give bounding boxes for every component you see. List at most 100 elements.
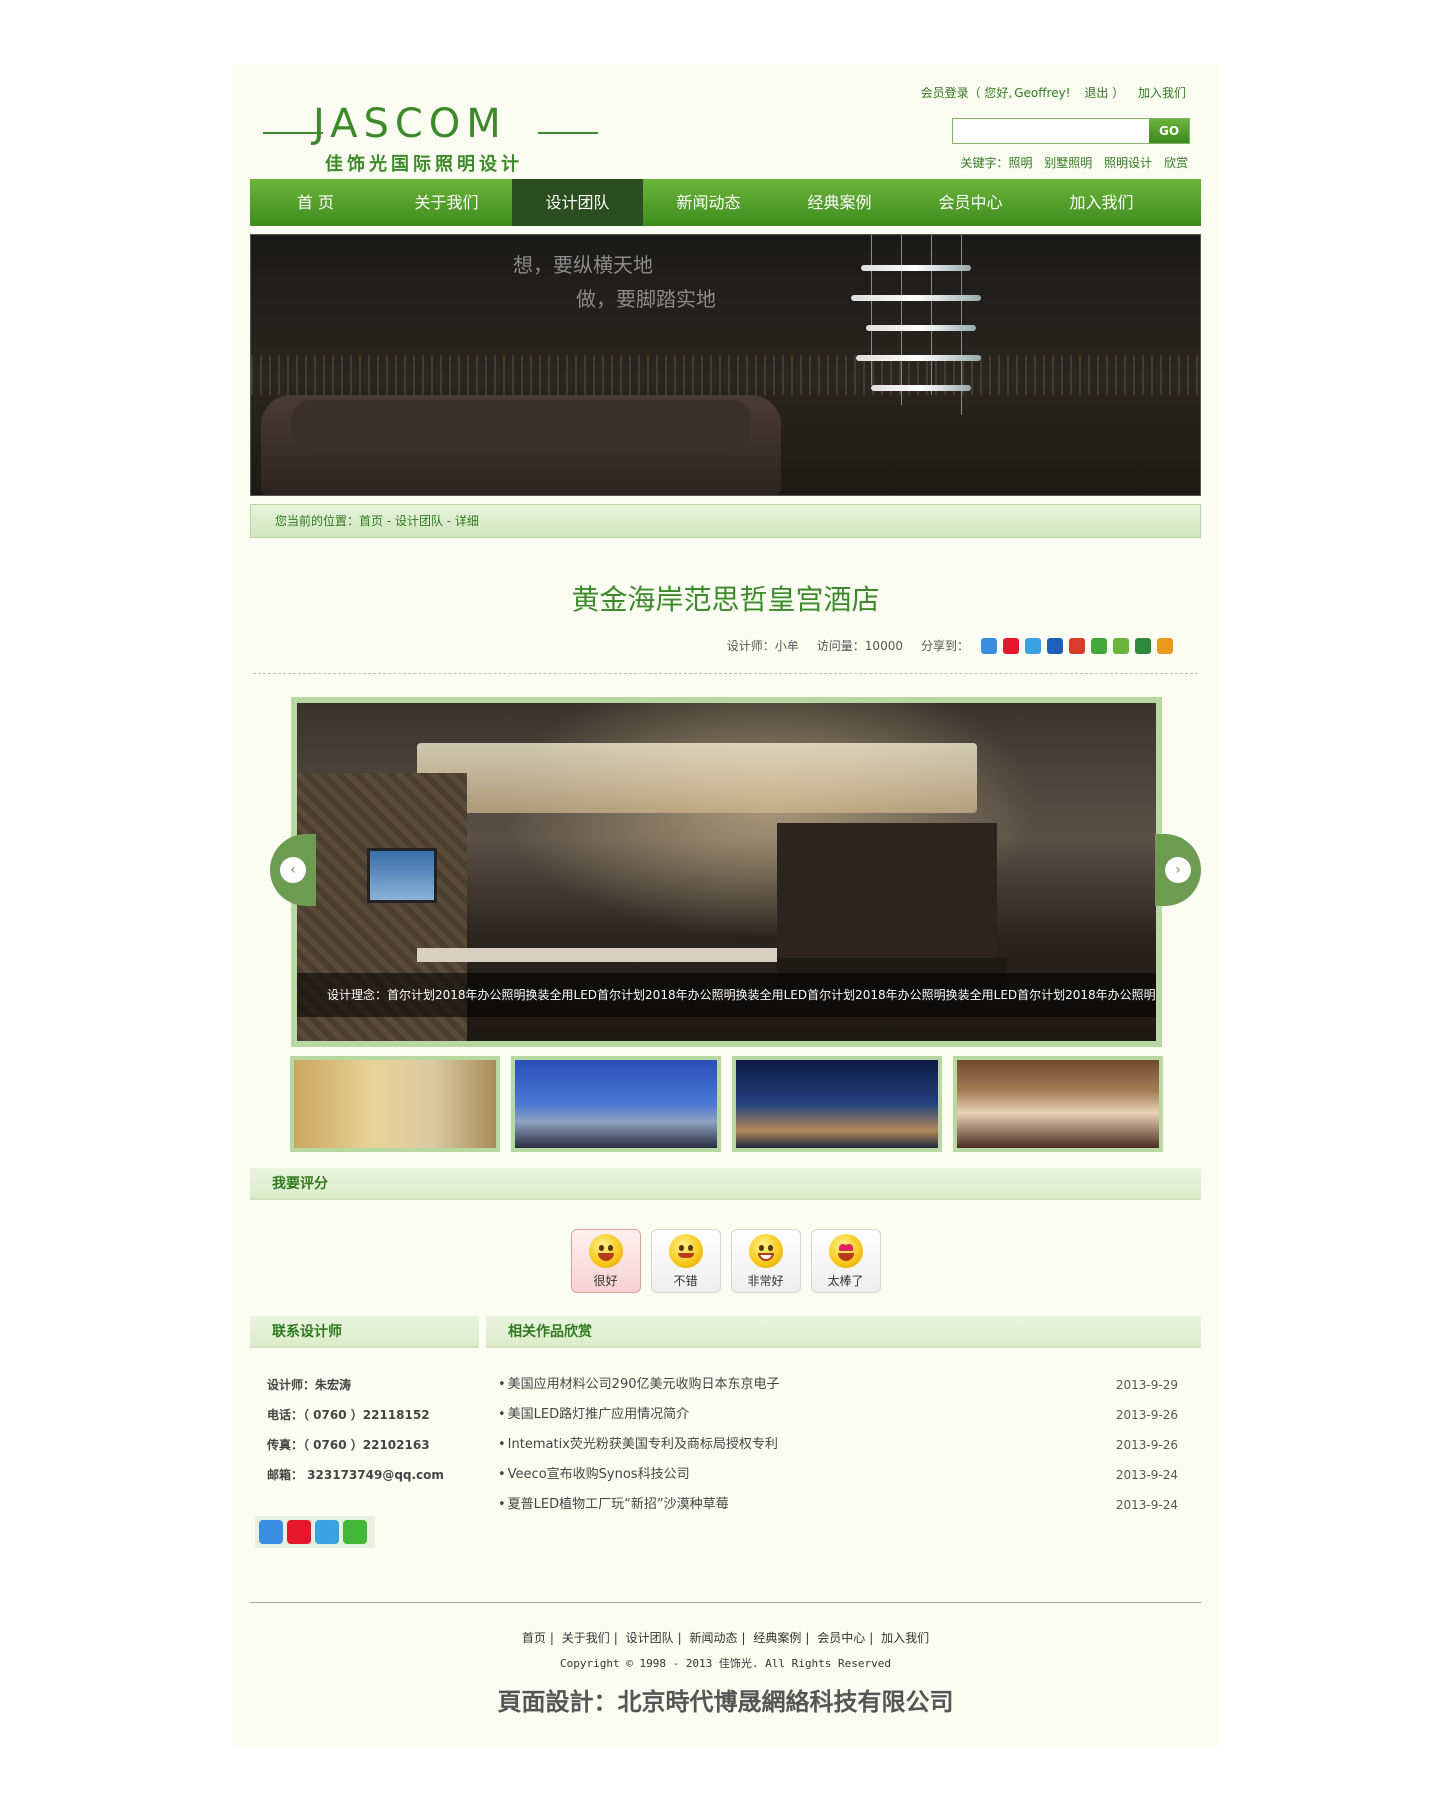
copyright: Copyright © 1998 - 2013 佳饰光. All Rights … — [559, 1657, 891, 1670]
contact-email: 邮箱： 323173749@qq.com — [267, 1468, 444, 1482]
join-us-link[interactable]: 加入我们 — [1138, 86, 1186, 100]
main-nav: 首 页 关于我们 设计团队 新闻动态 经典案例 会员中心 加入我们 — [250, 179, 1201, 226]
contact-fax: 传真：（ 0760 ）22102163 — [267, 1438, 430, 1452]
keyword-link[interactable]: 欣赏 — [1164, 156, 1188, 170]
wechat-icon[interactable] — [343, 1520, 367, 1544]
member-bar: 会员登录（ 您好, Geoffrey! 退出 ） 加入我们 — [911, 84, 1186, 101]
tencent-weibo-icon[interactable] — [315, 1520, 339, 1544]
social-icons — [255, 1516, 375, 1548]
thumbnail[interactable] — [732, 1056, 942, 1152]
wood-wall — [777, 823, 997, 963]
view-count: 访问量：10000 — [816, 639, 903, 653]
thumbnail[interactable] — [953, 1056, 1163, 1152]
contact-heading: 联系设计师 — [250, 1316, 479, 1348]
footer-link-home[interactable]: 首页 — [522, 1631, 546, 1645]
breadcrumb: 您当前的位置：首页 - 设计团队 - 详细 — [250, 504, 1201, 538]
keyword-link[interactable]: 别墅照明 — [1044, 156, 1092, 170]
rate-excellent-button[interactable]: 非常好 — [730, 1229, 801, 1293]
chevron-left-icon: ‹ — [280, 857, 306, 883]
search-go-button[interactable]: GO — [1149, 119, 1189, 143]
share-label: 分享到： — [920, 639, 969, 653]
weibo-share-icon[interactable] — [1003, 637, 1019, 654]
related-date: 2013-9-24 — [1115, 1468, 1178, 1482]
footer-link-about[interactable]: 关于我们 — [562, 1631, 610, 1645]
related-date: 2013-9-29 — [1115, 1378, 1178, 1392]
rate-not-bad-button[interactable]: 不错 — [650, 1229, 721, 1293]
keyword-label[interactable]: 关键字：照明 — [960, 156, 1032, 170]
rate-awesome-button[interactable]: 太棒了 — [810, 1229, 881, 1293]
related-title[interactable]: 美国LED路灯推广应用情况简介 — [498, 1400, 689, 1430]
tv-screen — [367, 848, 437, 903]
prev-arrow[interactable]: ‹ — [270, 834, 316, 906]
page-container: JASCOM 佳饰光国际照明设计 会员登录（ 您好, Geoffrey! 退出 ）… — [233, 64, 1218, 1747]
list-item[interactable]: 美国LED路灯推广应用情况简介 2013-9-26 — [498, 1400, 1178, 1430]
list-item[interactable]: Veeco宣布收购Synos科技公司 2013-9-24 — [498, 1460, 1178, 1490]
thumbnail[interactable] — [290, 1056, 500, 1152]
rate-label: 非常好 — [747, 1273, 784, 1288]
qzone-icon[interactable] — [259, 1520, 283, 1544]
related-date: 2013-9-26 — [1115, 1438, 1178, 1452]
rate-very-good-button[interactable]: 很好 — [570, 1229, 641, 1293]
related-title[interactable]: Intematix荧光粉获美国专利及商标局授权专利 — [498, 1430, 778, 1460]
footer-link-member[interactable]: 会员中心 — [817, 1631, 865, 1645]
rate-label: 太棒了 — [827, 1273, 864, 1288]
search-input[interactable] — [953, 119, 1149, 143]
chandelier-image — [851, 235, 991, 425]
footer-link-join[interactable]: 加入我们 — [881, 1631, 929, 1645]
footer-link-news[interactable]: 新闻动态 — [689, 1631, 737, 1645]
related-title[interactable]: 夏普LED植物工厂玩“新招”沙漠种草莓 — [498, 1490, 729, 1520]
rating-heading: 我要评分 — [250, 1168, 1201, 1200]
footer-link-cases[interactable]: 经典案例 — [753, 1631, 801, 1645]
member-login-link[interactable]: 会员登录（ 您好, — [921, 86, 1013, 100]
photo-caption: 设计理念：首尔计划2018年办公照明换装全用LED首尔计划2018年办公照明换装… — [297, 973, 1156, 1017]
list-item[interactable]: 夏普LED植物工厂玩“新招”沙漠种草莓 2013-9-24 — [498, 1490, 1178, 1520]
qzone-share-icon[interactable] — [981, 637, 997, 654]
pengyou-share-icon[interactable] — [1113, 637, 1129, 654]
weibo-icon[interactable] — [287, 1520, 311, 1544]
keyword-link[interactable]: 照明设计 — [1104, 156, 1152, 170]
thumbnail-strip — [290, 1056, 1163, 1152]
logout-link[interactable]: 退出 ） — [1084, 86, 1124, 100]
page-title: 黄金海岸范思哲皇宫酒店 — [571, 583, 880, 616]
related-date: 2013-9-24 — [1115, 1498, 1178, 1512]
wink-face-icon — [668, 1233, 703, 1268]
list-item[interactable]: Intematix荧光粉获美国专利及商标局授权专利 2013-9-26 — [498, 1430, 1178, 1460]
related-title[interactable]: Veeco宣布收购Synos科技公司 — [498, 1460, 690, 1490]
thumbnail[interactable] — [511, 1056, 721, 1152]
tencent-weibo-share-icon[interactable] — [1025, 637, 1041, 654]
rating-options: 很好 不错 非常好 太棒了 — [233, 1229, 1218, 1293]
designer-label: 设计师：小牟 — [726, 639, 799, 653]
footer-divider — [250, 1602, 1201, 1603]
city-lights-image — [251, 355, 1200, 395]
douban-share-icon[interactable] — [1135, 637, 1151, 654]
related-heading: 相关作品欣赏 — [486, 1316, 1201, 1348]
clover-share-icon[interactable] — [1091, 637, 1107, 654]
banner-slogan: 想，要纵横天地 — [513, 253, 653, 277]
contact-phone: 电话：（ 0760 ）22118152 — [267, 1408, 430, 1422]
design-credit: 頁面設計：北京時代博晟網絡科技有限公司 — [497, 1688, 954, 1716]
nav-item-cases[interactable]: 经典案例 — [774, 179, 905, 226]
logo-wordmark: JASCOM — [313, 101, 507, 147]
nav-item-member[interactable]: 会员中心 — [905, 179, 1036, 226]
banner-slogan: 做，要脚踏实地 — [576, 287, 716, 311]
chevron-right-icon: › — [1165, 857, 1191, 883]
dining-table — [417, 948, 777, 962]
contact-designer: 设计师：朱宏涛 — [267, 1378, 352, 1392]
nav-item-design-team[interactable]: 设计团队 — [512, 179, 643, 226]
heart-eyes-face-icon — [828, 1233, 863, 1268]
next-arrow[interactable]: › — [1155, 834, 1201, 906]
nav-item-news[interactable]: 新闻动态 — [643, 179, 774, 226]
logo-chinese-name: 佳饰光国际照明设计 — [325, 154, 523, 175]
keywords-bar: 关键字：照明 别墅照明 照明设计 欣赏 — [952, 154, 1188, 171]
renren-share-icon[interactable] — [1047, 637, 1063, 654]
member-username: Geoffrey! — [1014, 86, 1071, 100]
more-share-icon[interactable] — [1157, 637, 1173, 654]
nav-item-about[interactable]: 关于我们 — [381, 179, 512, 226]
footer-link-team[interactable]: 设计团队 — [626, 1631, 674, 1645]
list-item[interactable]: 美国应用材料公司290亿美元收购日本东京电子 2013-9-29 — [498, 1370, 1178, 1400]
share-icons — [975, 637, 1173, 654]
nav-item-home[interactable]: 首 页 — [250, 179, 381, 226]
kaixin-share-icon[interactable] — [1069, 637, 1085, 654]
nav-item-join[interactable]: 加入我们 — [1036, 179, 1167, 226]
related-title[interactable]: 美国应用材料公司290亿美元收购日本东京电子 — [498, 1370, 780, 1400]
